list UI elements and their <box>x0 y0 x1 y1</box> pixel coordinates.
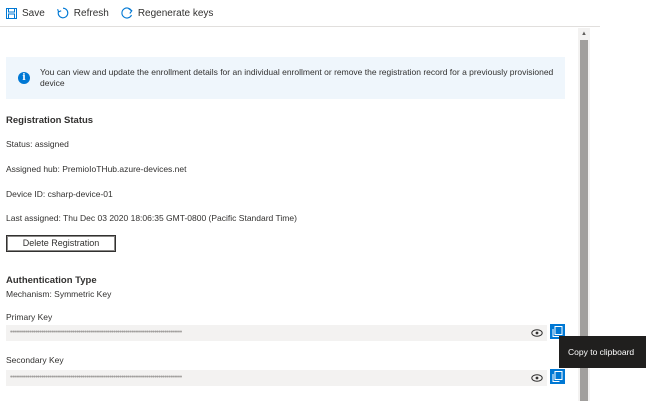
save-label: Save <box>22 7 45 19</box>
refresh-label: Refresh <box>73 7 109 19</box>
primary-key-field[interactable]: ••••••••••••••••••••••••••••••••••••••••… <box>6 325 547 341</box>
info-icon: i <box>18 72 30 84</box>
regenerate-keys-button[interactable]: Regenerate keys <box>121 7 214 19</box>
secondary-key-label: Secondary Key <box>6 355 64 365</box>
device-id-text: Device ID: csharp-device-01 <box>6 189 113 199</box>
save-icon <box>6 7 17 19</box>
copy-tooltip: Copy to clipboard <box>559 336 646 368</box>
info-message-bar: i You can view and update the enrollment… <box>6 57 565 99</box>
registration-status-heading: Registration Status <box>6 115 94 126</box>
eye-icon[interactable] <box>531 374 543 382</box>
delete-registration-button[interactable]: Delete Registration <box>6 235 116 252</box>
refresh-icon <box>56 7 69 19</box>
refresh-button[interactable]: Refresh <box>56 7 109 19</box>
authentication-type-heading: Authentication Type <box>6 275 97 286</box>
copy-icon <box>552 371 563 382</box>
eye-icon[interactable] <box>531 329 543 337</box>
scroll-up-arrow-icon[interactable]: ▲ <box>580 30 588 38</box>
copy-secondary-key-button[interactable] <box>550 369 565 384</box>
regenerate-icon <box>121 7 133 19</box>
regenerate-label: Regenerate keys <box>137 7 214 19</box>
save-button[interactable]: Save <box>6 7 45 19</box>
status-text: Status: assigned <box>6 139 69 149</box>
primary-key-label: Primary Key <box>6 312 53 322</box>
command-bar: Save Refresh Regenerate keys <box>0 0 600 27</box>
enrollment-details-panel: i You can view and update the enrollment… <box>0 28 578 401</box>
info-message: You can view and update the enrollment d… <box>40 67 554 88</box>
secondary-key-field[interactable]: ••••••••••••••••••••••••••••••••••••••••… <box>6 370 547 386</box>
last-assigned-text: Last assigned: Thu Dec 03 2020 18:06:35 … <box>6 213 297 223</box>
mechanism-text: Mechanism: Symmetric Key <box>6 289 112 299</box>
assigned-hub-text: Assigned hub: PremioIoTHub.azure-devices… <box>6 164 187 174</box>
